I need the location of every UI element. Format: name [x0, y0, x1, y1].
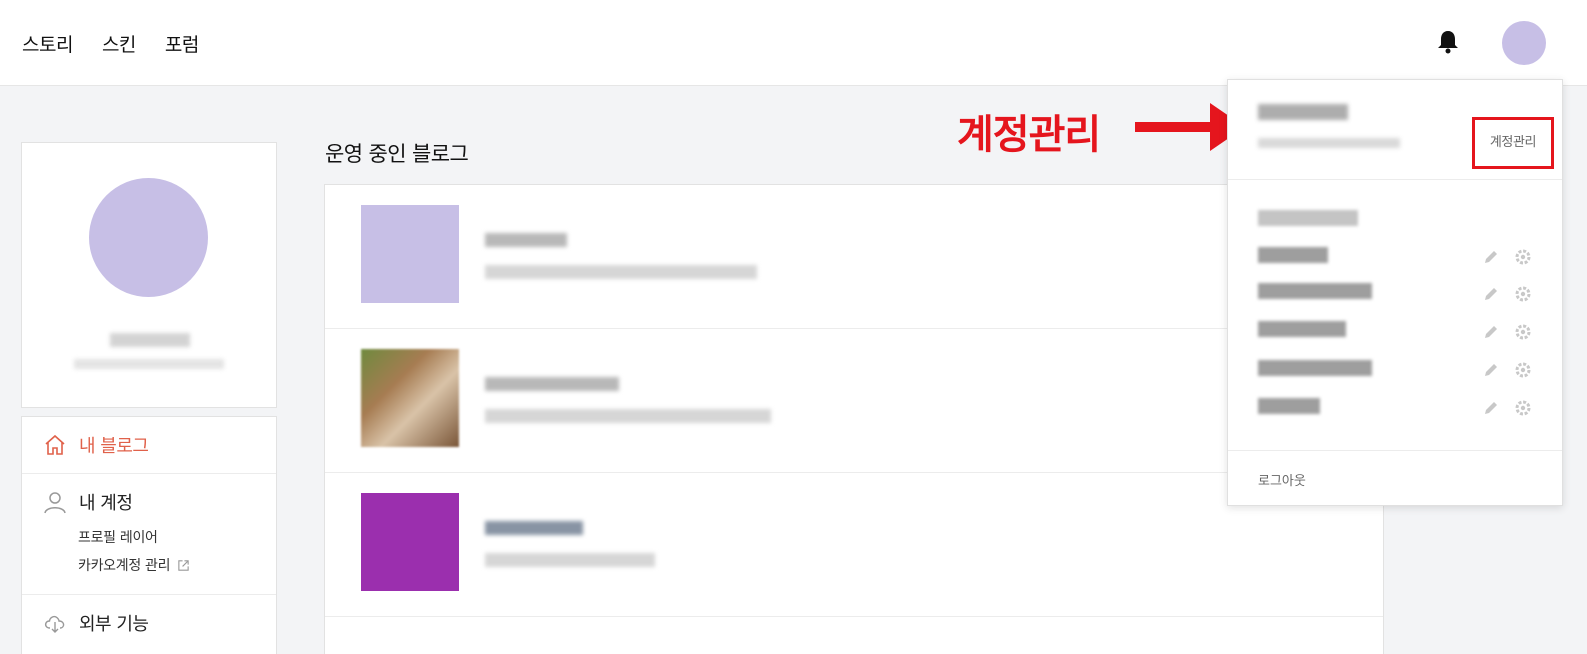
dropdown-blog-actions — [1482, 285, 1532, 303]
pencil-icon[interactable] — [1482, 248, 1500, 266]
menu-section-account: 내 계정 프로필 레이어 카카오계정 관리 — [22, 474, 276, 595]
menu-my-blog-label: 내 블로그 — [79, 436, 149, 457]
dropdown-blog-item[interactable] — [1258, 283, 1372, 299]
menu-kakao-account-label: 카카오계정 관리 — [78, 558, 171, 574]
dropdown-account-header: 계정관리 — [1228, 80, 1562, 180]
pencil-icon[interactable] — [1482, 285, 1500, 303]
gear-icon[interactable] — [1514, 399, 1532, 417]
dropdown-blog-actions — [1482, 399, 1532, 417]
dropdown-blog-item[interactable] — [1258, 247, 1328, 263]
blog-thumbnail — [361, 205, 459, 303]
dropdown-blog-item[interactable] — [1258, 360, 1372, 376]
gear-icon[interactable] — [1514, 323, 1532, 341]
profile-name-redacted — [110, 333, 190, 347]
blog-desc-redacted — [485, 409, 771, 423]
account-manage-button[interactable]: 계정관리 — [1472, 117, 1554, 169]
menu-my-blog[interactable]: 내 블로그 — [22, 417, 276, 473]
menu-kakao-account[interactable]: 카카오계정 관리 — [22, 552, 276, 580]
blog-thumbnail — [361, 349, 459, 447]
menu-my-account-label: 내 계정 — [79, 493, 133, 514]
cloud-download-icon — [44, 615, 65, 633]
dropdown-blog-actions — [1482, 248, 1532, 266]
profile-email-redacted — [74, 359, 224, 369]
external-link-icon — [178, 560, 190, 571]
dropdown-blog-actions — [1482, 361, 1532, 379]
blog-row[interactable] — [325, 185, 1383, 329]
blog-list — [324, 184, 1384, 654]
blog-desc-redacted — [485, 265, 757, 279]
dropdown-blog-item[interactable] — [1258, 321, 1346, 337]
blog-name-redacted — [485, 377, 619, 391]
menu-section-external: 외부 기능 — [22, 595, 276, 651]
bell-icon[interactable] — [1436, 29, 1460, 55]
top-nav: 스토리 스킨 포럼 — [22, 30, 199, 57]
profile-avatar — [89, 178, 208, 297]
nav-forum[interactable]: 포럼 — [165, 30, 199, 57]
blog-name-redacted — [485, 233, 567, 247]
blog-row[interactable] — [325, 473, 1383, 617]
gear-icon[interactable] — [1514, 285, 1532, 303]
dropdown-divider — [1228, 450, 1562, 451]
gear-icon[interactable] — [1514, 248, 1532, 266]
account-name-redacted — [1258, 104, 1348, 120]
logout-button[interactable]: 로그아웃 — [1258, 470, 1306, 489]
account-dropdown: 계정관리 로그아웃 — [1227, 79, 1563, 506]
side-menu: 내 블로그 내 계정 프로필 레이어 카카오계정 관리 외부 기능 — [21, 416, 277, 654]
pencil-icon[interactable] — [1482, 361, 1500, 379]
blog-thumbnail — [361, 493, 459, 591]
annotation-label: 계정관리 — [957, 112, 1101, 158]
user-icon — [44, 492, 66, 514]
blog-desc-redacted — [485, 553, 655, 567]
avatar[interactable] — [1502, 21, 1546, 65]
profile-card — [21, 142, 277, 408]
gear-icon[interactable] — [1514, 361, 1532, 379]
dropdown-blog-item[interactable] — [1258, 398, 1320, 414]
dropdown-section-heading-redacted — [1258, 210, 1358, 226]
blog-name-redacted — [485, 521, 583, 535]
menu-profile-layer[interactable]: 프로필 레이어 — [22, 524, 276, 552]
page-title: 운영 중인 블로그 — [325, 142, 469, 166]
pencil-icon[interactable] — [1482, 323, 1500, 341]
home-icon — [45, 434, 65, 455]
pencil-icon[interactable] — [1482, 399, 1500, 417]
top-bar: 스토리 스킨 포럼 — [0, 0, 1587, 86]
nav-story[interactable]: 스토리 — [22, 30, 73, 57]
menu-section-blog: 내 블로그 — [22, 417, 276, 474]
nav-skin[interactable]: 스킨 — [102, 30, 136, 57]
menu-external-label: 외부 기능 — [79, 614, 149, 635]
dropdown-blog-actions — [1482, 323, 1532, 341]
menu-my-account[interactable]: 내 계정 — [22, 474, 276, 530]
blog-row[interactable] — [325, 329, 1383, 473]
menu-external[interactable]: 외부 기능 — [22, 595, 276, 651]
account-email-redacted — [1258, 138, 1400, 148]
